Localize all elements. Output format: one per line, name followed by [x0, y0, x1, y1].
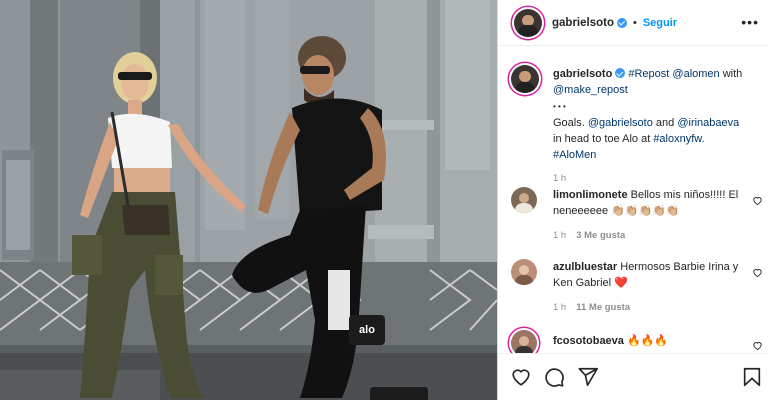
comment-icon[interactable] [543, 366, 565, 388]
share-icon[interactable] [577, 366, 599, 388]
author-username[interactable]: gabrielsoto [552, 17, 614, 29]
caption-avatar[interactable] [511, 65, 539, 93]
commenter-avatar[interactable] [511, 259, 537, 285]
commenter-username[interactable]: fcosotobaeva [553, 335, 624, 347]
comment-body: 🔥🔥🔥 [626, 335, 669, 347]
mention-make-repost[interactable]: @make_repost [553, 84, 628, 96]
product-tag-bottom[interactable] [370, 387, 428, 400]
product-tag-alo[interactable]: alo [349, 315, 385, 345]
comment-like-heart-icon[interactable] [752, 195, 763, 206]
author-avatar[interactable] [514, 8, 542, 37]
post-photo[interactable]: alo [0, 0, 497, 400]
verified-badge-icon [615, 68, 626, 78]
follow-button[interactable]: Seguir [643, 17, 677, 29]
more-options-icon[interactable]: ••• [741, 14, 759, 30]
mention-irinabaeva[interactable]: @irinabaeva [677, 117, 739, 129]
comment-text: limonlimonete Bellos mis niños!!!!! El n… [553, 187, 743, 219]
verified-badge-icon [616, 17, 627, 28]
bookmark-icon[interactable] [741, 366, 763, 388]
header-separator: • [632, 16, 637, 29]
comment-like-heart-icon[interactable] [752, 340, 763, 351]
post-header: gabrielsoto • Seguir ••• [498, 0, 768, 46]
comment-text: azulbluestar Hermosos Barbie Irina y Ken… [553, 259, 743, 291]
commenter-avatar[interactable] [511, 330, 537, 353]
caption-with: with [722, 68, 743, 80]
comment-time: 1 h [553, 230, 567, 241]
caption-time[interactable]: 1 h [553, 173, 566, 184]
caption-goals: Goals. [553, 117, 585, 129]
hashtag-aloxnyfw[interactable]: #aloxnyfw. [653, 133, 704, 145]
mention-gabrielsoto[interactable]: @gabrielsoto [588, 117, 653, 129]
caption-and: and [655, 117, 675, 129]
hashtag-repost[interactable]: #Repost [628, 68, 669, 80]
post-panel: gabrielsoto • Seguir ••• gabrielsoto #Re… [497, 0, 768, 400]
action-bar [498, 353, 768, 400]
comment-like-heart-icon[interactable] [752, 267, 763, 278]
comment-meta: 1 h 11 Me gusta [553, 302, 630, 313]
comments-list[interactable]: gabrielsoto #Repost @alomen with @make_r… [498, 47, 768, 353]
caption-username[interactable]: gabrielsoto [553, 68, 612, 80]
comment-meta: 1 h 3 Me gusta [553, 230, 625, 241]
photo-scene [0, 0, 497, 400]
comment-text: fcosotobaeva 🔥🔥🔥 [553, 333, 743, 349]
caption-in-text: in head to toe Alo at [553, 133, 651, 145]
comment-likes[interactable]: 11 Me gusta [576, 302, 630, 313]
heart-icon[interactable] [510, 366, 532, 388]
hashtag-alomen[interactable]: #AloMen [553, 149, 596, 161]
commenter-username[interactable]: limonlimonete [553, 189, 628, 201]
comment-time: 1 h [553, 302, 567, 313]
commenter-avatar[interactable] [511, 187, 537, 213]
mention-alomen[interactable]: @alomen [672, 68, 719, 80]
commenter-username[interactable]: azulbluestar [553, 261, 617, 273]
caption-dots: • • • [553, 102, 566, 111]
caption-text: gabrielsoto #Repost @alomen with @make_r… [553, 66, 743, 163]
comment-likes[interactable]: 3 Me gusta [576, 230, 625, 241]
